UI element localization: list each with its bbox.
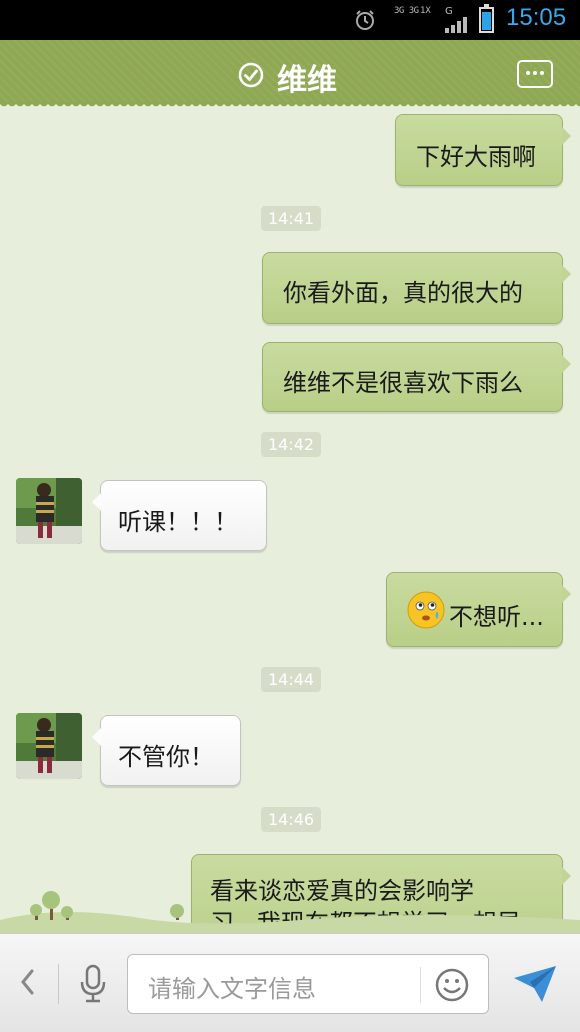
contact-name: 维维 (277, 63, 337, 98)
message-text: 不管你！ (118, 743, 214, 771)
microphone-icon[interactable] (78, 964, 108, 1004)
alarm-clock-icon (356, 10, 374, 30)
timestamp: 14:41 (261, 206, 322, 231)
collapse-arrow-icon[interactable] (18, 968, 38, 996)
message-text: 维维不是很喜欢下雨么 (283, 369, 523, 397)
message-text: 听课！！！ (118, 508, 238, 536)
battery-icon (479, 4, 494, 33)
message-bubble-outgoing[interactable]: 不想听... (386, 572, 571, 647)
status-bar: 3G 3G 1X G 15:05 (0, 0, 580, 40)
chat-header: 维维 (0, 40, 580, 104)
message-bubble-outgoing[interactable]: 你看外面，真的很大的 (262, 252, 571, 324)
input-placeholder: 请输入文字信息 (148, 975, 316, 1003)
message-text: 不想听... (449, 603, 544, 631)
more-dots-icon (526, 71, 530, 75)
avatar-photo-icon (16, 478, 82, 544)
send-icon[interactable] (512, 964, 558, 1004)
signal-strength-icon (445, 17, 467, 33)
message-bubble-incoming[interactable]: 听课！！！ (92, 480, 267, 551)
more-dots-icon (533, 71, 537, 75)
chat-messages[interactable]: 下好大雨啊 14:41 你看外面，真的很大的 维维不是很喜欢下雨么 14:42 … (0, 110, 580, 933)
contact-avatar[interactable] (16, 478, 82, 544)
more-options-button[interactable] (517, 60, 553, 88)
network-3g-indicator: 3G 3G (394, 6, 419, 16)
message-text: 下好大雨啊 (416, 143, 536, 171)
divider (58, 964, 59, 1004)
emoji-icon[interactable] (434, 967, 470, 1003)
message-bubble-incoming[interactable]: 不管你！ (92, 715, 241, 786)
timestamp: 14:42 (261, 432, 322, 457)
avatar-photo-icon (16, 713, 82, 779)
header-scallop-edge (0, 102, 580, 110)
more-dots-icon (540, 71, 544, 75)
contact-avatar[interactable] (16, 713, 82, 779)
message-text: 你看外面，真的很大的 (283, 279, 523, 307)
timestamp: 14:46 (261, 807, 322, 832)
message-input-bar: 请输入文字信息 (0, 933, 580, 1032)
verified-check-icon (238, 62, 264, 88)
sweat-smile-emoji-icon (407, 591, 445, 629)
network-1x-indicator: 1X (420, 6, 431, 16)
decorative-hills (0, 891, 580, 935)
network-g-indicator: G (445, 6, 453, 17)
divider (420, 967, 421, 1003)
message-bubble-outgoing[interactable]: 下好大雨啊 (395, 114, 571, 186)
message-text-input[interactable]: 请输入文字信息 (127, 954, 489, 1014)
timestamp: 14:44 (261, 667, 322, 692)
message-bubble-outgoing[interactable]: 维维不是很喜欢下雨么 (262, 342, 571, 412)
status-time: 15:05 (506, 4, 567, 31)
